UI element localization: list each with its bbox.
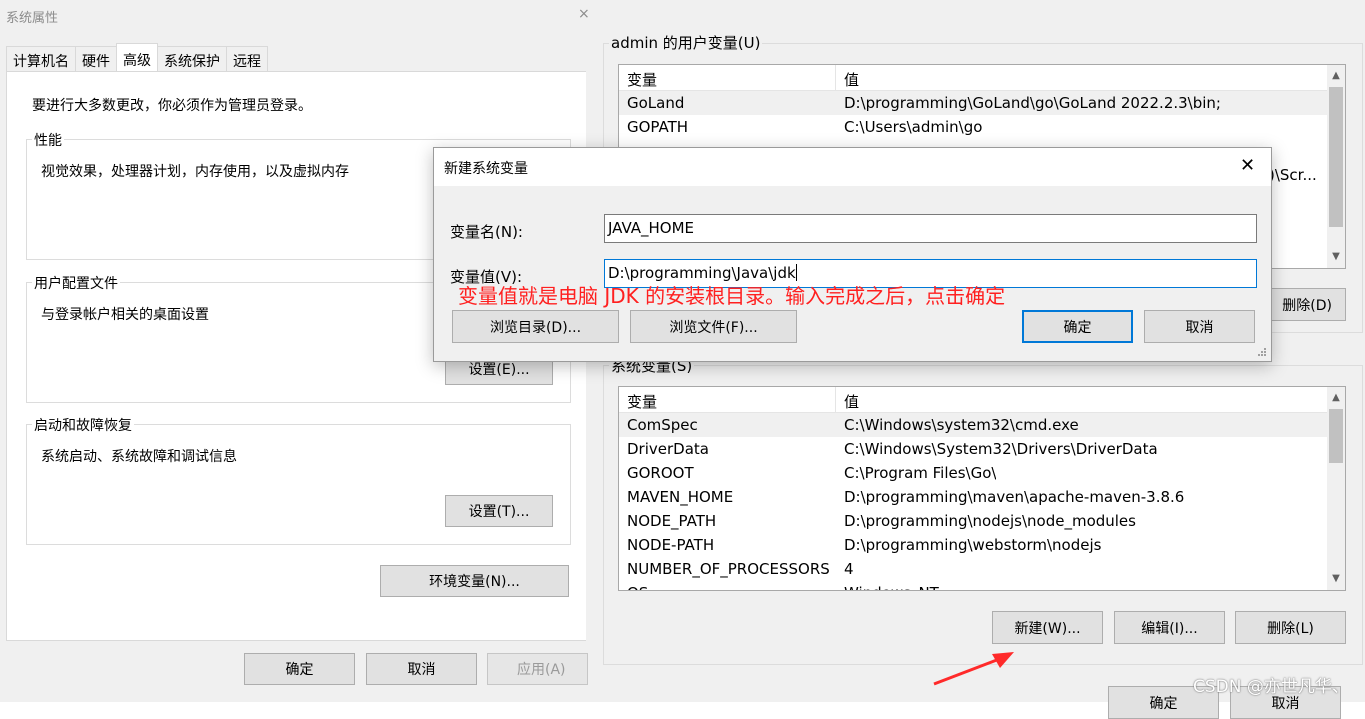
column-header-name[interactable]: 变量	[619, 65, 836, 90]
system-list-scrollbar[interactable]: ▲ ▼	[1327, 387, 1345, 590]
performance-description: 视觉效果，处理器计划，内存使用，以及虚拟内存	[41, 164, 349, 180]
variable-value: D:\programming\webstorm\nodejs	[844, 536, 1102, 554]
variable-name: GOPATH	[627, 118, 689, 136]
variable-name: GOROOT	[627, 464, 694, 482]
window-title: 系统属性	[6, 11, 59, 26]
variable-value: D:\programming\nodejs\node_modules	[844, 512, 1136, 530]
scroll-thumb[interactable]	[1329, 409, 1343, 463]
startup-recovery-settings-button[interactable]: 设置(T)...	[445, 495, 553, 527]
dialog-ok-button[interactable]: 确定	[1022, 310, 1133, 343]
table-row[interactable]: NUMBER_OF_PROCESSORS 4	[619, 557, 1345, 581]
list-header: 变量 值	[619, 387, 1345, 413]
variable-name: GoLand	[627, 94, 685, 112]
column-header-name[interactable]: 变量	[619, 387, 836, 412]
tab-hardware[interactable]: 硬件	[75, 46, 117, 72]
system-edit-button[interactable]: 编辑(I)...	[1114, 611, 1225, 644]
variable-name: ComSpec	[627, 416, 698, 434]
table-row[interactable]: GoLand D:\programming\GoLand\go\GoLand 2…	[619, 91, 1345, 115]
annotation-text: 变量值就是电脑 JDK 的安装根目录。输入完成之后，点击确定	[458, 284, 1006, 308]
variable-name: OS	[619, 581, 836, 590]
scroll-up-icon[interactable]: ▲	[1327, 67, 1345, 85]
user-list-scrollbar[interactable]: ▲ ▼	[1327, 65, 1345, 268]
text-cursor	[795, 264, 797, 281]
browse-file-button[interactable]: 浏览文件(F)...	[630, 310, 797, 343]
close-icon[interactable]: ✕	[1240, 155, 1255, 176]
variable-name: NODE-PATH	[627, 536, 715, 554]
variable-value: D:\programming\maven\apache-maven-3.8.6	[844, 488, 1185, 506]
scroll-thumb[interactable]	[1329, 87, 1343, 227]
table-row[interactable]: NODE-PATH D:\programming\webstorm\nodejs	[619, 533, 1345, 557]
admin-notice: 要进行大多数更改，你必须作为管理员登录。	[32, 98, 312, 114]
table-row[interactable]: NODE_PATH D:\programming\nodejs\node_mod…	[619, 509, 1345, 533]
dialog-title-bar	[434, 148, 1271, 186]
column-header-value[interactable]: 值	[836, 387, 859, 412]
tab-system-protection[interactable]: 系统保护	[157, 46, 227, 72]
annotation-arrow-icon	[933, 652, 1014, 686]
variable-name-label: 变量名(N):	[450, 223, 523, 241]
user-variables-title: admin 的用户变量(U)	[609, 32, 763, 53]
system-delete-button[interactable]: 删除(L)	[1235, 611, 1346, 644]
scroll-down-icon[interactable]: ▼	[1327, 248, 1345, 266]
table-row[interactable]: DriverData C:\Windows\System32\Drivers\D…	[619, 437, 1345, 461]
variable-value: 4	[844, 560, 854, 578]
scroll-down-icon[interactable]: ▼	[1327, 570, 1345, 588]
variable-value: Windows_NT	[836, 581, 939, 590]
dialog-cancel-button[interactable]: 取消	[1144, 310, 1255, 343]
variable-value: C:\Windows\system32\cmd.exe	[844, 416, 1079, 434]
startup-recovery-group-title: 启动和故障恢复	[32, 415, 134, 435]
partial-variable-value: )\Scr...	[1269, 166, 1317, 184]
startup-recovery-description: 系统启动、系统故障和调试信息	[41, 449, 237, 465]
tab-bar: 计算机名 硬件 高级 系统保护 远程	[6, 43, 268, 72]
browse-directory-button[interactable]: 浏览目录(D)...	[452, 310, 619, 343]
variable-name: NUMBER_OF_PROCESSORS	[627, 560, 830, 578]
tab-advanced[interactable]: 高级	[116, 43, 158, 72]
table-row[interactable]: GOROOT C:\Program Files\Go\	[619, 461, 1345, 485]
variable-value: C:\Users\admin\go	[844, 118, 983, 136]
variable-value: C:\Windows\System32\Drivers\DriverData	[844, 440, 1158, 458]
sys-ok-button[interactable]: 确定	[244, 653, 355, 685]
scroll-up-icon[interactable]: ▲	[1327, 389, 1345, 407]
user-profiles-description: 与登录帐户相关的桌面设置	[41, 307, 209, 323]
column-header-value[interactable]: 值	[836, 65, 859, 90]
resize-grip-icon[interactable]	[1256, 346, 1268, 358]
tab-remote[interactable]: 远程	[226, 46, 268, 72]
table-row[interactable]: MAVEN_HOME D:\programming\maven\apache-m…	[619, 485, 1345, 509]
system-new-button[interactable]: 新建(W)...	[992, 611, 1103, 644]
sys-apply-button[interactable]: 应用(A)	[487, 653, 588, 685]
system-variables-list[interactable]: 变量 值 ComSpec C:\Windows\system32\cmd.exe…	[618, 386, 1346, 591]
variable-name-input[interactable]: JAVA_HOME	[604, 214, 1257, 243]
table-row[interactable]: GOPATH C:\Users\admin\go	[619, 115, 1345, 139]
variable-name: MAVEN_HOME	[627, 488, 734, 506]
tab-computer-name[interactable]: 计算机名	[6, 46, 76, 72]
list-header: 变量 值	[619, 65, 1345, 91]
table-row[interactable]: ComSpec C:\Windows\system32\cmd.exe	[619, 413, 1345, 437]
environment-variables-button[interactable]: 环境变量(N)...	[380, 565, 569, 597]
new-system-variable-dialog: 新建系统变量 ✕ 变量名(N): JAVA_HOME 变量值(V): D:\pr…	[433, 147, 1272, 362]
table-row[interactable]: OS Windows_NT	[619, 581, 1345, 590]
user-profiles-group-title: 用户配置文件	[32, 273, 120, 293]
sys-cancel-button[interactable]: 取消	[366, 653, 477, 685]
dialog-title: 新建系统变量	[444, 161, 528, 177]
variable-value: C:\Program Files\Go\	[844, 464, 997, 482]
performance-group-title: 性能	[32, 130, 64, 150]
variable-value: D:\programming\GoLand\go\GoLand 2022.2.3…	[844, 94, 1221, 112]
variable-name: NODE_PATH	[627, 512, 717, 530]
variable-name: DriverData	[627, 440, 709, 458]
watermark: CSDN @亦世凡华、	[1193, 677, 1349, 697]
